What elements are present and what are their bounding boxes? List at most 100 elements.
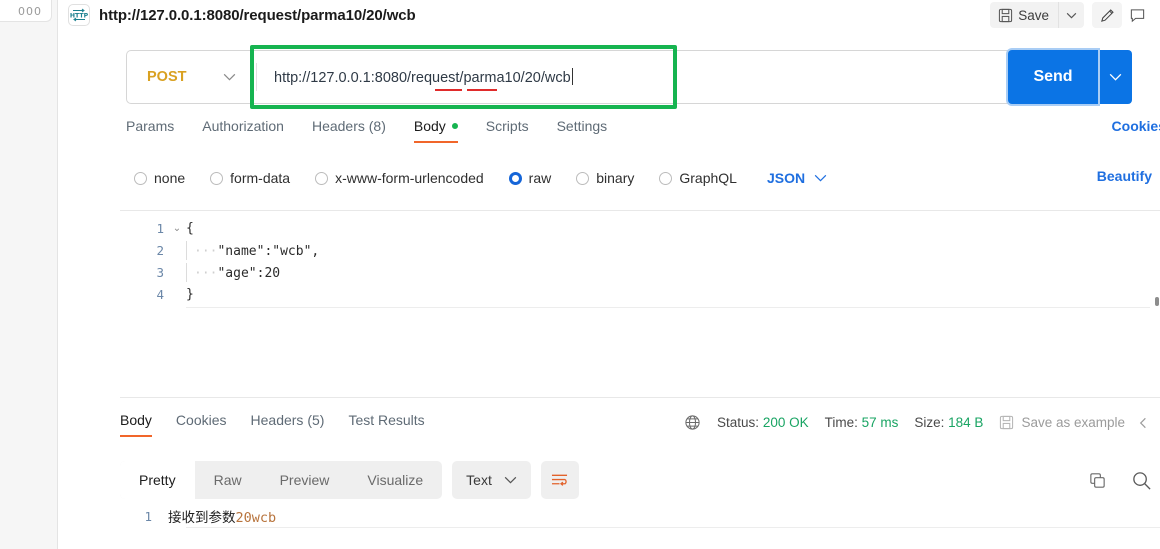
body-modified-dot-icon (451, 123, 458, 129)
word-wrap-icon (552, 474, 568, 486)
response-body-viewer[interactable]: 1 接收到参数20wcb (120, 505, 1160, 549)
response-tab-body[interactable]: Body (120, 412, 152, 437)
send-button[interactable]: Send (1008, 50, 1098, 104)
url-input[interactable]: http://127.0.0.1:8080/request/parma10/20… (250, 50, 1035, 104)
response-line-rule (186, 527, 1160, 528)
segment-visualize[interactable]: Visualize (348, 461, 442, 499)
word-wrap-button[interactable] (540, 461, 579, 499)
tab-label: Headers (8) (311, 118, 386, 134)
save-as-example-label: Save as example (1021, 415, 1125, 430)
request-url-row: POST http://127.0.0.1:8080/request/parma… (126, 50, 1160, 104)
response-tab-headers[interactable]: Headers (5) (251, 412, 325, 437)
line-number: 4 (156, 286, 164, 302)
time-label: Time: (824, 415, 858, 430)
tab-params[interactable]: Params (126, 118, 174, 143)
radio-binary[interactable]: binary (576, 170, 634, 186)
tab-label: Cookies (175, 412, 227, 428)
response-toolbar-actions (1082, 461, 1156, 499)
radio-icon-selected (508, 171, 522, 185)
tab-scripts[interactable]: Scripts (486, 118, 529, 143)
radio-icon (576, 171, 590, 185)
size-value: 184 B (948, 415, 984, 430)
tab-body[interactable]: Body (413, 118, 458, 143)
radio-icon (315, 171, 329, 185)
cookies-link[interactable]: Cookies (1112, 118, 1160, 134)
fold-chevron-icon[interactable]: ⌄ (168, 223, 186, 234)
response-format-selector[interactable]: Text (452, 461, 531, 499)
sidebar-more-icon[interactable]: 000 (18, 5, 42, 18)
tab-headers[interactable]: Headers (8) (312, 118, 386, 143)
tab-label: Scripts (485, 118, 529, 134)
request-title-row: HTTP http://127.0.0.1:8080/request/parma… (58, 0, 1160, 30)
floppy-icon (999, 8, 1013, 22)
segment-raw[interactable]: Raw (195, 461, 261, 499)
body-format-label: JSON (766, 170, 806, 186)
tab-label: Test Results (348, 412, 425, 428)
beautify-button[interactable]: Beautify (1097, 168, 1152, 184)
editor-scrollbar-thumb[interactable] (1155, 297, 1159, 306)
radio-icon (210, 171, 224, 185)
radio-none[interactable]: none (134, 170, 185, 186)
radio-label: none (154, 170, 186, 186)
response-toolbar: Pretty Raw Preview Visualize Text (120, 461, 1160, 499)
pencil-icon (1100, 8, 1114, 22)
status-value: 200 OK (762, 415, 809, 430)
request-body-editor[interactable]: 1 ⌄ { 2 ···"name":"wcb", 3 ···"age":20 4… (120, 210, 1160, 398)
save-button[interactable]: Save (990, 2, 1058, 28)
status-group: Status: 200 OK (717, 415, 809, 430)
response-tabs: Body Cookies Headers (5) Test Results St… (120, 412, 1160, 446)
editor-active-line-rule (186, 307, 1150, 308)
response-format-label: Text (466, 472, 492, 488)
url-error-underline-1 (435, 89, 462, 91)
segment-preview[interactable]: Preview (261, 461, 349, 499)
response-tab-cookies[interactable]: Cookies (176, 412, 227, 437)
chevron-down-icon (1066, 12, 1077, 18)
comments-button[interactable] (1122, 2, 1152, 28)
radio-icon (134, 171, 147, 185)
radio-label: binary (596, 170, 635, 186)
response-status-bar: Status: 200 OK Time: 57 ms Size: 184 B S… (684, 414, 1150, 431)
line-number: 3 (156, 264, 164, 280)
radio-x-www-form-urlencoded[interactable]: x-www-form-urlencoded (315, 170, 484, 186)
response-text-cn: 接收到参数 (168, 510, 236, 526)
chevron-down-icon (223, 73, 236, 81)
tab-label: Body (120, 412, 152, 428)
radio-graphql[interactable]: GraphQL (659, 170, 737, 186)
size-group: Size: 184 B (914, 415, 983, 430)
body-type-options: none form-data x-www-form-urlencoded raw… (134, 165, 1160, 191)
radio-raw[interactable]: raw (508, 170, 552, 186)
radio-form-data[interactable]: form-data (210, 170, 290, 186)
http-protocol-icon: HTTP (68, 4, 90, 26)
save-as-example-button[interactable]: Save as example (999, 415, 1125, 430)
globe-icon (685, 415, 700, 430)
url-value: http://127.0.0.1:8080/request/parma10/20… (274, 68, 573, 91)
http-method-selector[interactable]: POST (126, 50, 250, 104)
method-label: POST (147, 69, 187, 85)
edit-request-button[interactable] (1092, 2, 1122, 28)
tab-settings[interactable]: Settings (557, 118, 608, 143)
line-number: 2 (156, 242, 164, 258)
search-response-button[interactable] (1126, 467, 1156, 493)
url-text: http://127.0.0.1:8080/request/parma10/20… (274, 70, 571, 86)
radio-label: GraphQL (679, 170, 737, 186)
save-options-button[interactable] (1058, 2, 1084, 28)
copy-response-button[interactable] (1082, 467, 1112, 493)
floppy-icon (1000, 415, 1014, 430)
response-line-content: 接收到参数20wcb (168, 506, 276, 526)
send-group: Send (1008, 50, 1132, 104)
tab-label: Params (126, 118, 175, 134)
segment-pretty[interactable]: Pretty (120, 461, 195, 499)
send-options-button[interactable] (1098, 50, 1132, 104)
save-group: Save (990, 2, 1084, 28)
response-text-value: 20wcb (235, 510, 277, 526)
chevron-down-icon (814, 174, 827, 182)
radio-label: raw (528, 170, 552, 186)
collapse-icon (1139, 417, 1146, 428)
main-panel: HTTP http://127.0.0.1:8080/request/parma… (58, 0, 1160, 549)
editor-line: 4 } (120, 283, 1160, 305)
response-tab-test-results[interactable]: Test Results (348, 412, 424, 437)
tab-authorization[interactable]: Authorization (202, 118, 284, 143)
line-content: ···"name":"wcb", (186, 240, 319, 260)
body-format-selector[interactable]: JSON (767, 170, 827, 186)
line-number: 1 (156, 220, 164, 236)
